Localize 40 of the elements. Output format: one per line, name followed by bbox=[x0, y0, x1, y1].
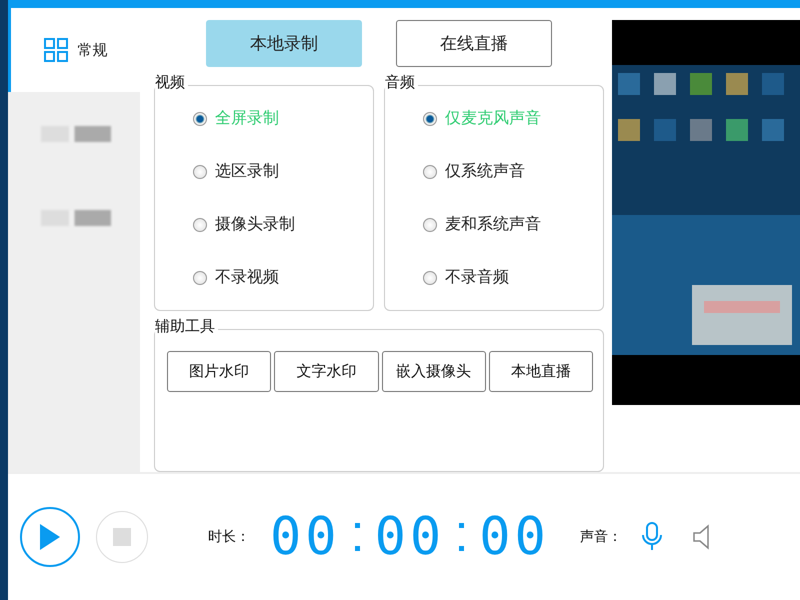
duration-label: 时长： bbox=[208, 528, 250, 546]
colon-icon bbox=[459, 523, 466, 551]
sound-label: 声音： bbox=[580, 528, 622, 546]
sidebar-label: 常规 bbox=[78, 40, 108, 60]
radio-button[interactable] bbox=[423, 218, 437, 232]
mode-tab[interactable]: 在线直播 bbox=[396, 20, 552, 67]
tool-button[interactable]: 图片水印 bbox=[167, 351, 272, 392]
mode-tab[interactable]: 本地录制 bbox=[206, 20, 362, 67]
radio-button[interactable] bbox=[423, 112, 437, 126]
timer-digits: 00 bbox=[270, 507, 341, 567]
stop-icon bbox=[113, 528, 131, 546]
radio-button[interactable] bbox=[423, 164, 437, 178]
blurred-item bbox=[40, 126, 110, 142]
option-label: 全屏录制 bbox=[215, 108, 279, 129]
radio-button[interactable] bbox=[193, 164, 207, 178]
timer-digits: 00 bbox=[374, 507, 446, 567]
timer-digits: 00 bbox=[479, 507, 550, 567]
blurred-item bbox=[40, 210, 110, 226]
radio-button[interactable] bbox=[193, 112, 207, 126]
grid-icon bbox=[44, 38, 68, 62]
radio-button[interactable] bbox=[193, 270, 207, 284]
group-title: 音频 bbox=[385, 73, 418, 92]
group-title: 辅助工具 bbox=[155, 317, 218, 336]
radio-button[interactable] bbox=[193, 218, 207, 232]
group-title: 视频 bbox=[155, 73, 188, 92]
tool-button[interactable]: 嵌入摄像头 bbox=[382, 351, 486, 392]
tool-button[interactable]: 本地直播 bbox=[488, 351, 593, 392]
option-label: 摄像头录制 bbox=[215, 214, 295, 235]
option-label: 麦和系统声音 bbox=[445, 214, 541, 235]
sidebar-item[interactable]: 常规 bbox=[8, 8, 140, 92]
tool-button[interactable]: 文字水印 bbox=[274, 351, 378, 392]
option-label: 选区录制 bbox=[215, 161, 279, 182]
option-label: 仅系统声音 bbox=[445, 161, 525, 182]
microphone-icon[interactable] bbox=[642, 522, 662, 552]
option-label: 不录音频 bbox=[445, 267, 509, 288]
play-icon bbox=[40, 524, 60, 550]
option-label: 不录视频 bbox=[215, 267, 279, 288]
option-label: 仅麦克风声音 bbox=[445, 108, 541, 129]
radio-button[interactable] bbox=[423, 270, 437, 284]
colon-icon bbox=[354, 523, 361, 551]
